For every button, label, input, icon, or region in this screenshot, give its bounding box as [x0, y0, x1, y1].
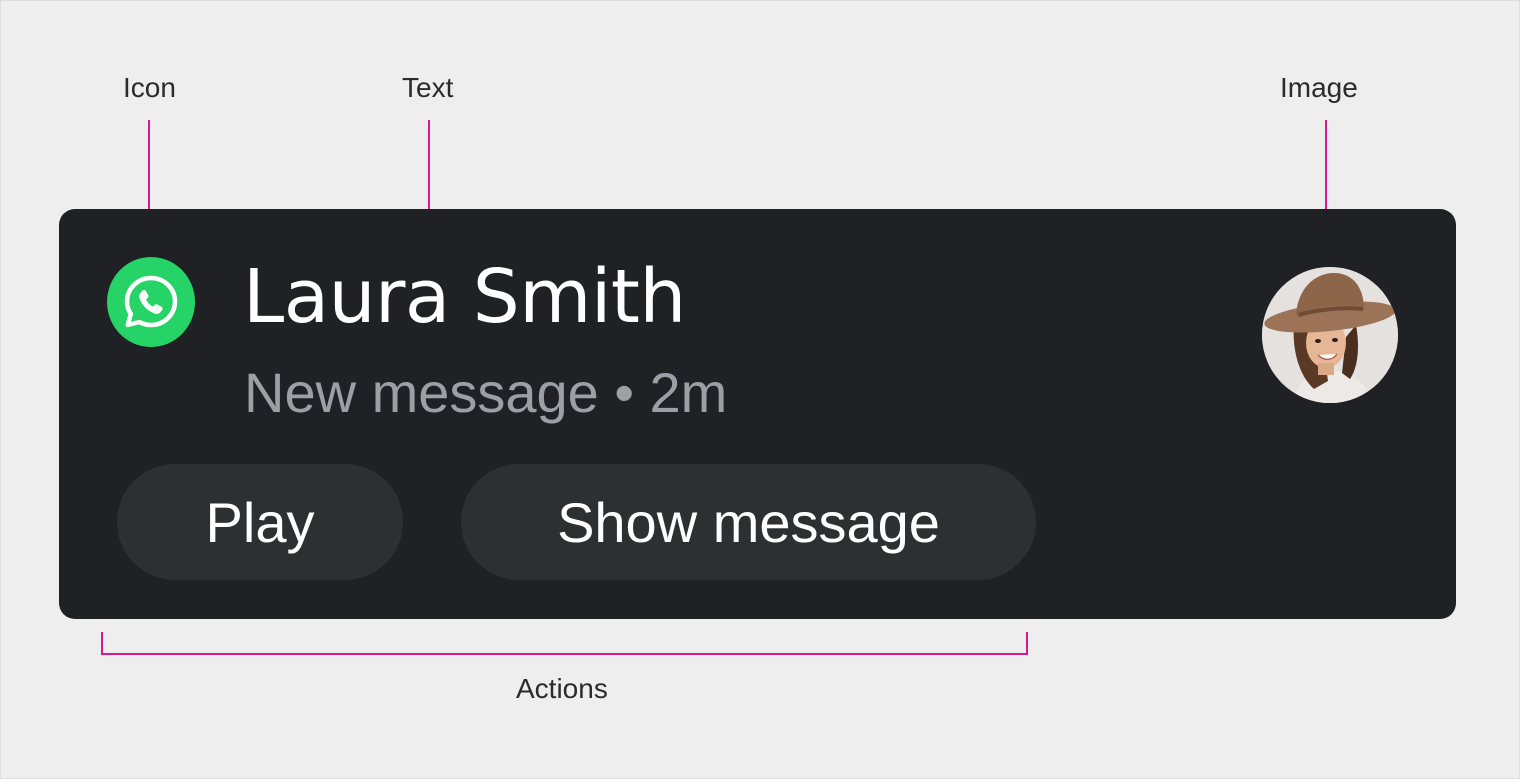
avatar-portrait	[1262, 267, 1398, 403]
callout-bracket-actions	[101, 632, 1028, 655]
show-message-button[interactable]: Show message	[461, 464, 1036, 580]
message-subtitle: New message • 2m	[244, 361, 728, 424]
avatar-image	[1262, 267, 1398, 403]
callout-label-image: Image	[1280, 72, 1358, 103]
callout-label-icon: Icon	[123, 72, 176, 103]
whatsapp-icon	[107, 257, 195, 347]
play-button[interactable]: Play	[117, 464, 403, 580]
sender-name: Laura Smith	[243, 254, 686, 340]
callout-label-text: Text	[402, 72, 454, 103]
phone-bubble-glyph	[124, 275, 178, 328]
callout-label-actions: Actions	[516, 673, 608, 704]
